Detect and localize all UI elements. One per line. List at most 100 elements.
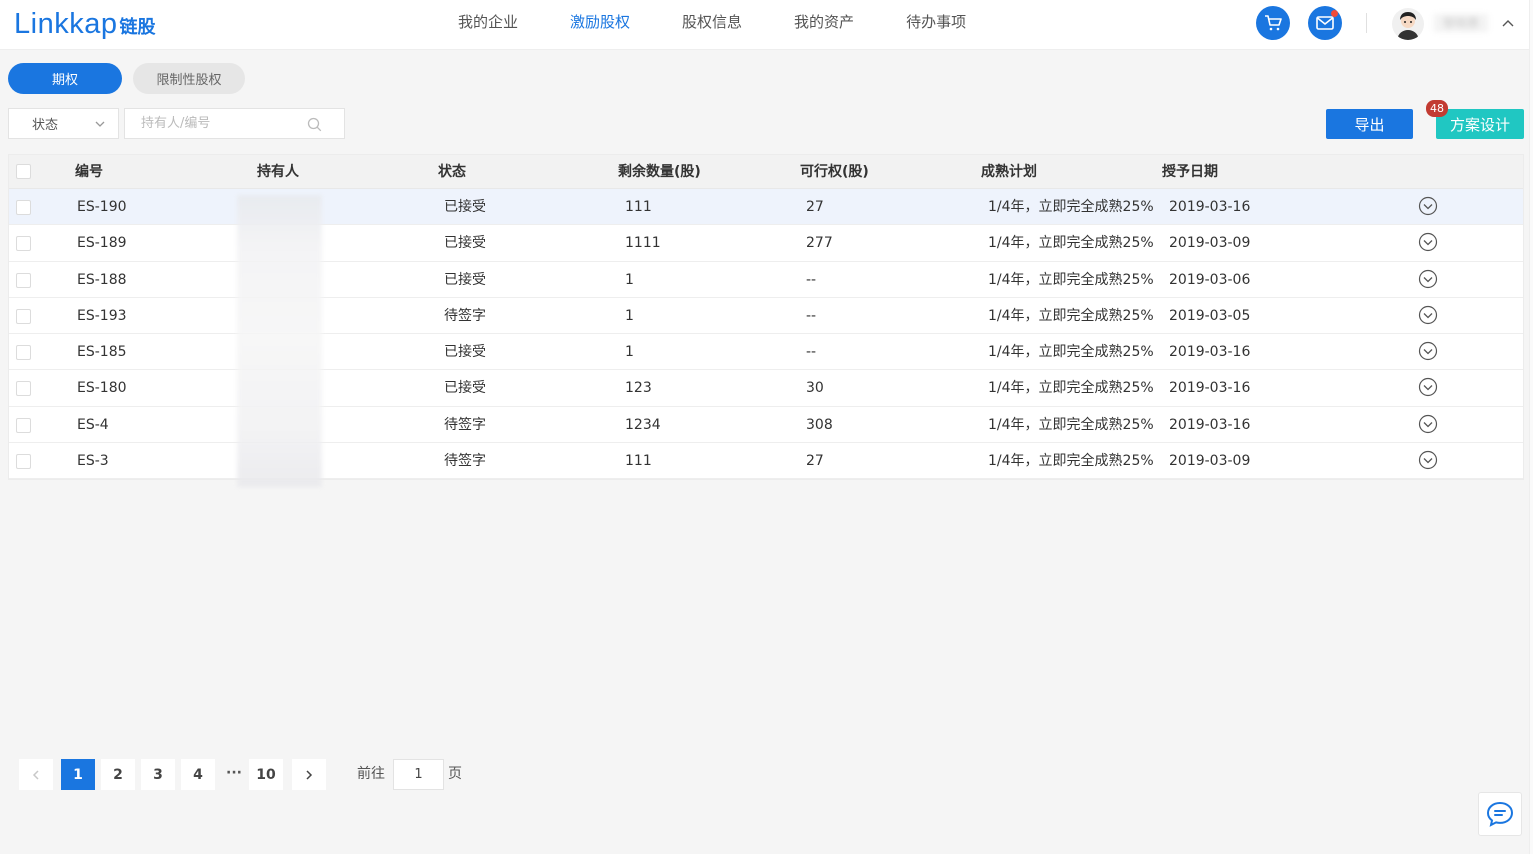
cell-status: 已接受 [444, 380, 486, 397]
page-suffix: 页 [448, 766, 462, 782]
col-remaining: 剩余数量(股) [618, 164, 701, 180]
status-select[interactable]: 状态 [8, 108, 119, 139]
row-checkbox[interactable] [16, 345, 31, 361]
nav-incentive-equity[interactable]: 激励股权 [570, 0, 630, 50]
page-ellipsis[interactable]: ··· [226, 759, 242, 787]
page-3-button[interactable]: 3 [141, 759, 175, 790]
page-1-button[interactable]: 1 [61, 759, 95, 790]
search-box [124, 108, 345, 139]
col-grant-date: 授予日期 [1162, 164, 1218, 180]
cart-icon [1265, 15, 1282, 31]
tab-restricted-equity[interactable]: 限制性股权 [133, 63, 245, 94]
expand-circle-icon[interactable] [1418, 232, 1438, 252]
expand-circle-icon[interactable] [1418, 196, 1438, 216]
row-checkbox[interactable] [16, 308, 31, 324]
cart-button[interactable] [1256, 6, 1290, 40]
table-header: 编号 持有人 状态 剩余数量(股) 可行权(股) 成熟计划 授予日期 [9, 155, 1523, 189]
expand-circle-icon[interactable] [1418, 305, 1438, 325]
scrollbar-track[interactable] [1529, 0, 1533, 854]
prev-icon [32, 769, 39, 780]
goto-page-input[interactable]: 1 [393, 759, 444, 790]
nav-my-company[interactable]: 我的企业 [458, 0, 518, 50]
cell-remaining: 1111 [625, 235, 661, 252]
logo-cn: 链股 [119, 17, 156, 38]
row-checkbox[interactable] [16, 272, 31, 288]
page-4-button[interactable]: 4 [181, 759, 215, 790]
row-checkbox[interactable] [16, 236, 31, 252]
search-icon[interactable] [307, 117, 322, 132]
cell-status: 已接受 [444, 271, 486, 288]
header-divider [1366, 13, 1367, 33]
cell-status: 待签字 [444, 453, 486, 470]
cell-id: ES-190 [77, 199, 127, 215]
cell-id: ES-185 [77, 344, 127, 361]
select-all-checkbox[interactable] [16, 164, 31, 179]
status-select-label: 状态 [32, 118, 59, 133]
holder-redaction [237, 195, 322, 487]
options-table: 编号 持有人 状态 剩余数量(股) 可行权(股) 成熟计划 授予日期 ES-19… [8, 154, 1524, 487]
goto-label: 前往 [357, 766, 385, 782]
cell-vesting-plan: 1/4年，立即完全成熟25% [988, 380, 1154, 397]
expand-circle-icon[interactable] [1418, 450, 1438, 470]
cell-status: 已接受 [444, 235, 486, 252]
expand-circle-icon[interactable] [1418, 377, 1438, 397]
export-button[interactable]: 导出 [1326, 109, 1413, 139]
cell-id: ES-188 [77, 271, 127, 288]
col-exercisable: 可行权(股) [800, 164, 869, 180]
nav-equity-info[interactable]: 股权信息 [682, 0, 742, 50]
logo[interactable]: Linkkap 链股 [14, 6, 155, 42]
cell-status: 已接受 [444, 199, 486, 215]
plan-design-button[interactable]: 方案设计 [1436, 109, 1524, 139]
nav-todo[interactable]: 待办事项 [906, 0, 966, 50]
cell-vesting-plan: 1/4年，立即完全成熟25% [988, 271, 1154, 288]
cell-exercisable: -- [806, 307, 817, 324]
cell-grant-date: 2019-03-09 [1169, 235, 1251, 252]
page-10-button[interactable]: 10 [249, 759, 283, 790]
cell-id: ES-189 [77, 235, 127, 252]
row-checkbox[interactable] [16, 454, 31, 470]
cell-remaining: 123 [625, 380, 652, 397]
col-status: 状态 [438, 164, 466, 180]
cell-vesting-plan: 1/4年，立即完全成熟25% [988, 344, 1154, 361]
cell-vesting-plan: 1/4年，立即完全成熟25% [988, 307, 1154, 324]
row-checkbox[interactable] [16, 417, 31, 433]
cell-id: ES-4 [77, 416, 109, 433]
logo-word: Linkkap [14, 8, 118, 40]
cell-vesting-plan: 1/4年，立即完全成熟25% [988, 199, 1154, 215]
cell-grant-date: 2019-03-16 [1169, 416, 1251, 433]
cell-exercisable: -- [806, 344, 817, 361]
cell-id: ES-180 [77, 380, 127, 397]
nav-my-assets[interactable]: 我的资产 [794, 0, 854, 50]
expand-circle-icon[interactable] [1418, 341, 1438, 361]
cell-vesting-plan: 1/4年，立即完全成熟25% [988, 453, 1154, 470]
cell-status: 已接受 [444, 344, 486, 361]
avatar[interactable] [1392, 8, 1424, 40]
tab-option[interactable]: 期权 [8, 63, 122, 94]
row-checkbox[interactable] [16, 381, 31, 397]
cell-remaining: 1234 [625, 416, 661, 433]
next-page-button[interactable] [292, 759, 326, 790]
cell-remaining: 1 [625, 344, 634, 361]
prev-page-button[interactable] [19, 759, 53, 790]
search-input[interactable] [125, 109, 295, 138]
cell-exercisable: -- [806, 271, 817, 288]
row-checkbox[interactable] [16, 200, 31, 215]
cell-status: 待签字 [444, 416, 486, 433]
chat-button[interactable] [1478, 792, 1522, 836]
cell-grant-date: 2019-03-16 [1169, 344, 1251, 361]
chevron-up-icon[interactable] [1500, 15, 1516, 31]
expand-circle-icon[interactable] [1418, 414, 1438, 434]
mail-button[interactable] [1308, 6, 1342, 40]
cell-grant-date: 2019-03-16 [1169, 380, 1251, 397]
next-icon [306, 769, 313, 780]
expand-circle-icon[interactable] [1418, 269, 1438, 289]
page-2-button[interactable]: 2 [101, 759, 135, 790]
cell-id: ES-3 [77, 453, 109, 470]
chat-icon [1486, 801, 1514, 827]
cell-exercisable: 277 [806, 235, 833, 252]
cell-exercisable: 30 [806, 380, 824, 397]
cell-vesting-plan: 1/4年，立即完全成熟25% [988, 235, 1154, 252]
cell-exercisable: 308 [806, 416, 833, 433]
cell-exercisable: 27 [806, 453, 824, 470]
username[interactable]: 黎晓惠 [1434, 14, 1488, 32]
